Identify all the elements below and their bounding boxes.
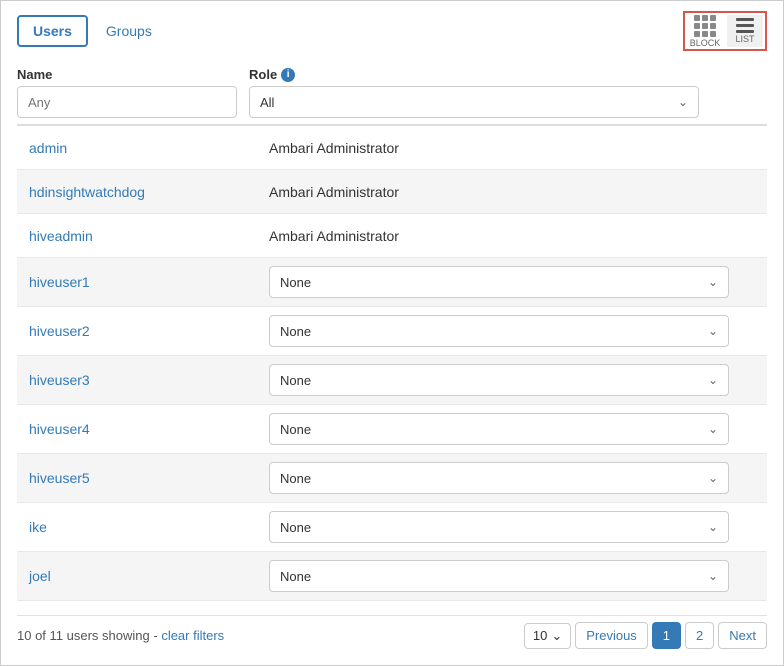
user-role-value: None (280, 520, 311, 535)
user-name-link[interactable]: hiveuser1 (29, 274, 90, 290)
user-role-text: Ambari Administrator (269, 184, 399, 200)
user-name-link[interactable]: hiveadmin (29, 228, 93, 244)
role-filter-chevron: ⌄ (678, 95, 688, 109)
block-view-btn[interactable]: BLOCK (687, 15, 723, 47)
user-name-link[interactable]: hiveuser3 (29, 372, 90, 388)
user-role-value: None (280, 471, 311, 486)
user-role-value: None (280, 569, 311, 584)
user-name-link[interactable]: hiveuser5 (29, 470, 90, 486)
per-page-chevron: ⌄ (551, 628, 562, 644)
user-role-select[interactable]: None ⌄ (269, 315, 729, 347)
view-toggle: BLOCK LIST (683, 11, 767, 51)
user-role-select[interactable]: None ⌄ (269, 511, 729, 543)
top-nav: Users Groups BLOCK LIST (17, 11, 767, 51)
per-page-select[interactable]: 10 ⌄ (524, 623, 571, 649)
table-row: ike None ⌄ (17, 503, 767, 552)
user-role-value: None (280, 422, 311, 437)
role-filter-value: All (260, 95, 274, 110)
role-select-chevron: ⌄ (708, 275, 718, 289)
page-1-btn[interactable]: 1 (652, 622, 681, 649)
user-list: adminAmbari Administratorhdinsightwatchd… (17, 126, 767, 601)
table-row: joel None ⌄ (17, 552, 767, 601)
name-filter-input[interactable] (17, 86, 237, 118)
table-row: hiveadmin Ambari Administrator (17, 214, 767, 258)
nav-tabs: Users Groups (17, 15, 166, 47)
role-select-chevron: ⌄ (708, 324, 718, 338)
list-label: LIST (735, 34, 754, 44)
grid-icon (694, 15, 716, 37)
user-name-link[interactable]: hiveuser4 (29, 421, 90, 437)
table-row: hiveuser5 None ⌄ (17, 454, 767, 503)
tab-groups[interactable]: Groups (92, 17, 166, 45)
user-name-link[interactable]: hdinsightwatchdog (29, 184, 145, 200)
role-select-chevron: ⌄ (708, 373, 718, 387)
page-2-btn[interactable]: 2 (685, 622, 714, 649)
user-role-select[interactable]: None ⌄ (269, 560, 729, 592)
role-filter-select[interactable]: All ⌄ (249, 86, 699, 118)
user-name-link[interactable]: ike (29, 519, 47, 535)
user-name-link[interactable]: admin (29, 140, 67, 156)
role-filter-label: Role i (249, 67, 699, 82)
user-role-value: None (280, 324, 311, 339)
per-page-value: 10 (533, 628, 547, 643)
name-filter-label: Name (17, 67, 237, 82)
user-name-link[interactable]: joel (29, 568, 51, 584)
role-filter-group: Role i All ⌄ (249, 67, 699, 118)
list-icon (736, 18, 754, 33)
table-row: hiveuser3 None ⌄ (17, 356, 767, 405)
user-role-select[interactable]: None ⌄ (269, 413, 729, 445)
name-filter-group: Name (17, 67, 237, 118)
user-role-select[interactable]: None ⌄ (269, 364, 729, 396)
table-row: hdinsightwatchdog Ambari Administrator (17, 170, 767, 214)
filter-row: Name Role i All ⌄ (17, 67, 767, 118)
user-role-value: None (280, 373, 311, 388)
user-name-link[interactable]: hiveuser2 (29, 323, 90, 339)
list-view-btn[interactable]: LIST (727, 15, 763, 47)
bottom-bar: 10 of 11 users showing - clear filters 1… (17, 615, 767, 649)
user-role-value: None (280, 275, 311, 290)
role-select-chevron: ⌄ (708, 422, 718, 436)
prev-page-btn[interactable]: Previous (575, 622, 648, 649)
pagination: 10 ⌄ Previous 1 2 Next (524, 622, 767, 649)
block-label: BLOCK (690, 38, 721, 48)
next-page-btn[interactable]: Next (718, 622, 767, 649)
user-role-select[interactable]: None ⌄ (269, 266, 729, 298)
role-select-chevron: ⌄ (708, 471, 718, 485)
clear-filters-link[interactable]: clear filters (161, 628, 224, 643)
table-row: hiveuser1 None ⌄ (17, 258, 767, 307)
role-info-icon[interactable]: i (281, 68, 295, 82)
user-role-text: Ambari Administrator (269, 140, 399, 156)
role-select-chevron: ⌄ (708, 569, 718, 583)
table-row: admin Ambari Administrator (17, 126, 767, 170)
tab-users[interactable]: Users (17, 15, 88, 47)
user-role-text: Ambari Administrator (269, 228, 399, 244)
role-select-chevron: ⌄ (708, 520, 718, 534)
showing-text: 10 of 11 users showing - clear filters (17, 628, 224, 643)
user-role-select[interactable]: None ⌄ (269, 462, 729, 494)
table-row: hiveuser4 None ⌄ (17, 405, 767, 454)
table-row: hiveuser2 None ⌄ (17, 307, 767, 356)
